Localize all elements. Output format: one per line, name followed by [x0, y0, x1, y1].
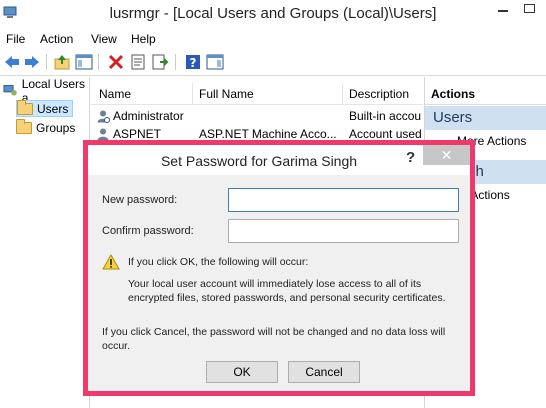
- row-description: Built-in accou: [349, 109, 422, 123]
- tree-root-local-users[interactable]: Local Users a: [3, 77, 89, 105]
- folder-icon: [16, 118, 32, 134]
- column-header-full-name[interactable]: Full Name: [199, 87, 254, 101]
- menu-action[interactable]: Action: [40, 32, 73, 46]
- column-separator[interactable]: [342, 83, 343, 105]
- window-title-bar: lusrmgr - [Local Users and Groups (Local…: [0, 0, 546, 28]
- delete-icon[interactable]: [107, 53, 125, 71]
- local-users-groups-icon: [3, 84, 17, 96]
- row-description: Account used: [349, 127, 422, 141]
- menu-file[interactable]: File: [6, 32, 25, 46]
- cancel-info-line-2: occur.: [102, 340, 131, 352]
- row-full-name: ASP.NET Machine Acco...: [199, 127, 337, 141]
- dialog-title: Set Password for Garima Singh: [160, 153, 358, 169]
- menu-bar: File Action View Help: [0, 29, 546, 49]
- console-tree: Local Users a Users Groups: [0, 77, 90, 408]
- toolbar-separator: [98, 54, 99, 70]
- help-button[interactable]: ?: [406, 149, 415, 166]
- show-hide-action-pane-icon[interactable]: [206, 53, 224, 71]
- menu-help[interactable]: Help: [131, 32, 156, 46]
- show-hide-console-tree-icon[interactable]: [75, 53, 93, 71]
- column-separator[interactable]: [192, 83, 193, 105]
- warning-icon: [102, 254, 120, 270]
- window-title: lusrmgr - [Local Users and Groups (Local…: [109, 5, 437, 22]
- tree-item-users-label: Users: [37, 101, 69, 116]
- ok-button[interactable]: OK: [206, 361, 278, 383]
- row-name: Administrator: [113, 109, 184, 123]
- new-password-label: New password:: [102, 194, 178, 206]
- help-icon[interactable]: ?: [184, 53, 202, 71]
- forward-icon[interactable]: [23, 53, 41, 71]
- toolbar: ?: [0, 50, 546, 76]
- warning-heading: If you click OK, the following will occu…: [128, 256, 309, 268]
- actions-section-label: Users: [433, 109, 473, 126]
- export-list-icon[interactable]: [151, 53, 169, 71]
- set-password-dialog: Set Password for Garima Singh ? ✕ New pa…: [83, 140, 475, 396]
- up-folder-icon[interactable]: [53, 53, 71, 71]
- confirm-password-input[interactable]: [228, 219, 459, 243]
- svg-text:?: ?: [190, 56, 197, 70]
- dialog-body: New password: Confirm password: If you c…: [88, 175, 470, 391]
- column-header-description[interactable]: Description: [349, 87, 409, 101]
- list-header: Name Full Name Description: [91, 83, 423, 105]
- column-header-name[interactable]: Name: [99, 87, 131, 101]
- confirm-password-label: Confirm password:: [102, 225, 194, 237]
- toolbar-separator: [175, 54, 176, 70]
- menu-view[interactable]: View: [91, 32, 117, 46]
- new-password-input[interactable]: [228, 188, 459, 212]
- user-icon: [97, 128, 109, 141]
- actions-header: Actions: [425, 83, 546, 105]
- close-button[interactable]: ✕: [423, 145, 470, 165]
- dialog-title-bar: Set Password for Garima Singh ? ✕: [88, 145, 470, 175]
- folder-icon: [17, 99, 33, 115]
- warning-line-2: encrypted files, stored passwords, and p…: [128, 292, 446, 304]
- back-icon[interactable]: [3, 53, 21, 71]
- maximize-button[interactable]: [512, 0, 546, 20]
- tree-item-groups-label: Groups: [36, 120, 76, 135]
- properties-icon[interactable]: [129, 53, 147, 71]
- minimize-button[interactable]: [498, 10, 508, 12]
- maximize-icon: [524, 4, 535, 13]
- actions-title: Actions: [431, 87, 476, 101]
- toolbar-separator: [46, 54, 47, 70]
- tree-item-groups[interactable]: Groups: [16, 118, 76, 136]
- warning-line-1: Your local user account will immediately…: [128, 278, 422, 290]
- cancel-info-line-1: If you click Cancel, the password will n…: [102, 326, 446, 338]
- row-name: ASPNET: [113, 127, 162, 141]
- cancel-button[interactable]: Cancel: [288, 361, 360, 383]
- table-row[interactable]: Administrator Built-in accou: [91, 107, 423, 125]
- actions-section-users[interactable]: Users: [425, 106, 546, 130]
- user-icon: [97, 110, 110, 123]
- tree-item-users[interactable]: Users: [16, 99, 74, 117]
